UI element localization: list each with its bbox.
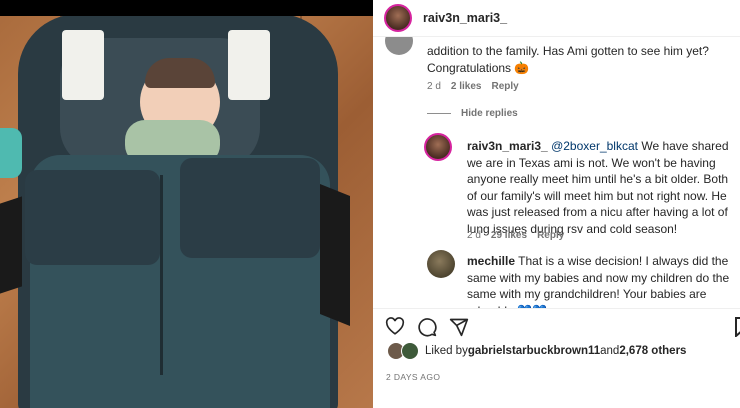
likes-user[interactable]: gabrielstarbuckbrown11 [468,345,600,357]
author-avatar[interactable] [384,4,412,32]
comment-2-mention[interactable]: @2boxer_blkcat [551,139,638,153]
comment-1-reply[interactable]: Reply [492,81,519,92]
comment-2-meta: 2 d 29 likes Reply [467,230,564,241]
comment-2-likes[interactable]: 29 likes [491,230,527,241]
comment-2-reply[interactable]: Reply [537,230,564,241]
likes-count[interactable]: 2,678 others [619,345,686,357]
post-header: raiv3n_mari3_ [373,0,740,37]
liker-avatar [401,342,419,360]
comment-1-meta: 2 d 2 likes Reply [427,81,519,92]
heart-icon[interactable] [385,317,405,340]
action-bar [373,308,740,339]
comment-1-emoji: 🎃 [514,60,530,75]
commenter-avatar[interactable] [385,37,413,55]
post-sidebar: raiv3n_mari3_ addition to the family. Ha… [373,0,740,408]
comment-2-time: 2 d [467,230,481,241]
comment-3: mechille That is a wise decision! I alwa… [467,253,731,308]
comment-1-time: 2 d [427,81,441,92]
likes-summary[interactable]: Liked by gabrielstarbuckbrown11 and 2,67… [387,342,686,360]
comment-2-author[interactable]: raiv3n_mari3_ [467,139,548,153]
post-date[interactable]: 2 DAYS AGO [386,372,440,382]
comment-1-line2: Congratulations [427,60,512,75]
hide-replies-button[interactable]: Hide replies [427,108,518,119]
comments-list[interactable]: addition to the family. Has Ami gotten t… [373,37,740,308]
hide-replies-label: Hide replies [461,108,518,119]
likes-mid: and [600,345,620,357]
likes-prefix: Liked by [425,345,468,357]
commenter-avatar-mechille[interactable] [427,250,455,278]
post-photo [0,0,373,408]
comment-2: raiv3n_mari3_ @2boxer_blkcat We have sha… [467,138,729,237]
comment-1-line1: addition to the family. Has Ami gotten t… [427,44,709,58]
author-username[interactable]: raiv3n_mari3_ [423,11,507,25]
share-icon[interactable] [449,317,469,342]
comment-1: addition to the family. Has Ami gotten t… [427,43,727,76]
comment-3-author[interactable]: mechille [467,254,515,268]
reply-author-avatar[interactable] [424,133,452,161]
comment-icon[interactable] [417,317,437,342]
comment-2-text: We have shared we are in Texas ami is no… [467,139,729,236]
bookmark-icon[interactable] [735,317,740,342]
comment-1-likes[interactable]: 2 likes [451,81,482,92]
